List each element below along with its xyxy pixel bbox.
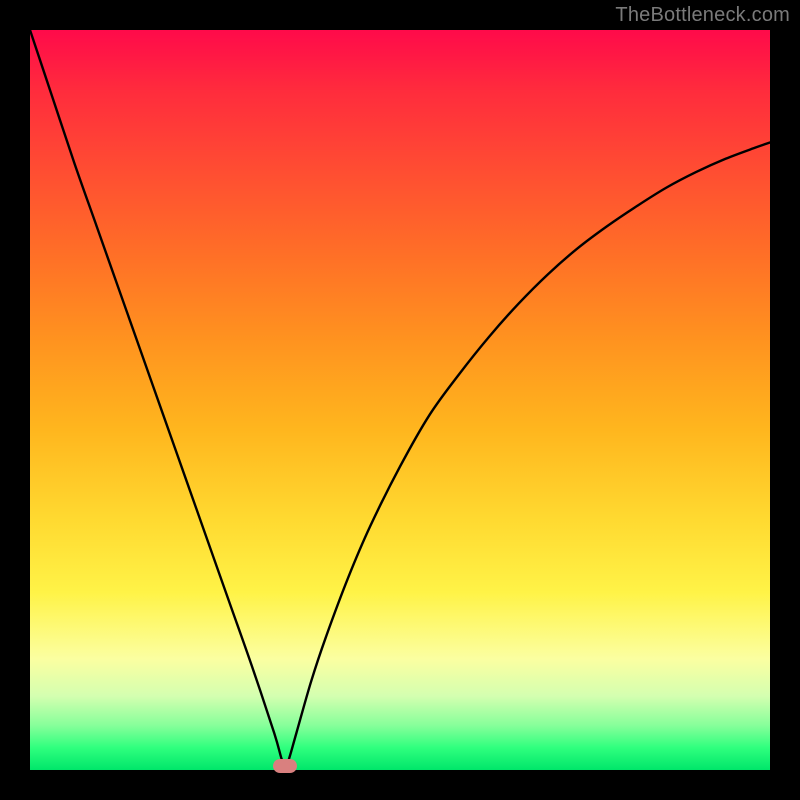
- bottleneck-curve: [30, 30, 770, 770]
- plot-area: [30, 30, 770, 770]
- optimal-point-marker: [273, 759, 297, 773]
- watermark-label: TheBottleneck.com: [615, 4, 790, 27]
- chart-frame: TheBottleneck.com: [0, 0, 800, 800]
